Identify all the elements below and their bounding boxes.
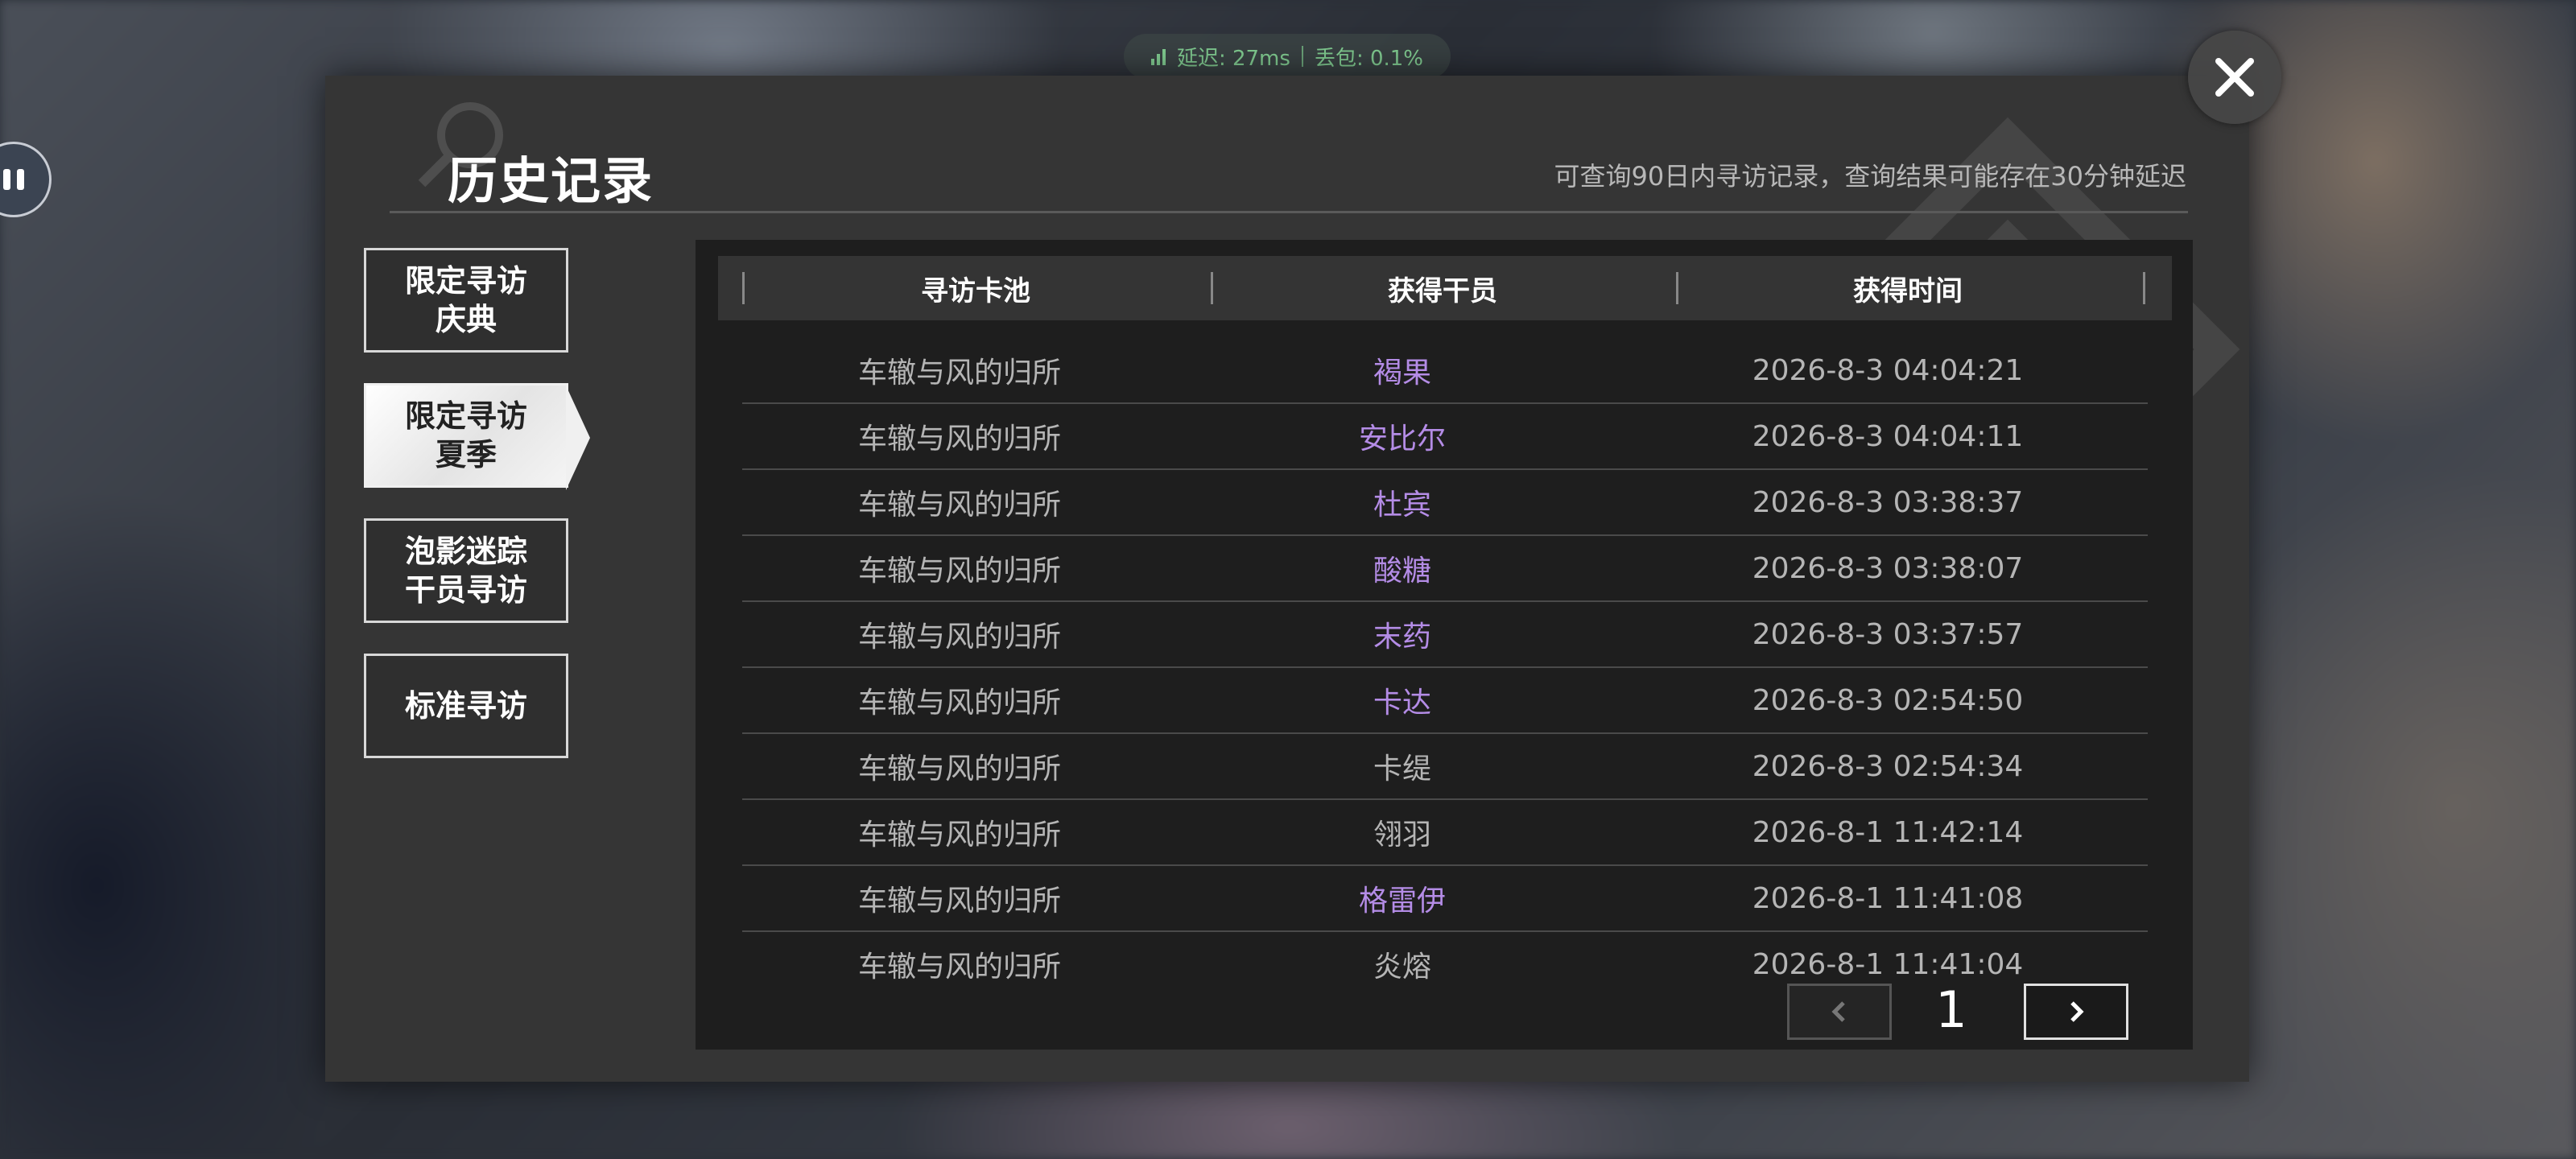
pause-icon-bar <box>17 169 24 190</box>
close-icon <box>2215 58 2254 97</box>
tab-label-line2: 庆典 <box>435 302 497 337</box>
table-row: 车辙与风的归所 安比尔 2026-8-3 04:04:11 <box>742 404 2148 470</box>
pool-cell: 车辙与风的归所 <box>857 951 1061 984</box>
tab-label: 标准寻访 <box>405 687 527 725</box>
tab-label: 泡影迷踪 干员寻访 <box>405 532 527 609</box>
time-cell: 2026-8-3 04:04:11 <box>1752 419 2024 453</box>
pool-cell: 车辙与风的归所 <box>857 819 1061 852</box>
table-row: 车辙与风的归所 格雷伊 2026-8-1 11:41:08 <box>742 866 2148 932</box>
tab-label-line2: 干员寻访 <box>404 572 527 608</box>
operator-cell: 末药 <box>1373 621 1431 654</box>
table-row: 车辙与风的归所 翎羽 2026-8-1 11:42:14 <box>742 800 2148 866</box>
header-pool: 寻访卡池 <box>921 274 1030 307</box>
operator-cell: 酸糖 <box>1373 555 1431 588</box>
table-row: 车辙与风的归所 杜宾 2026-8-3 03:38:37 <box>742 470 2148 536</box>
table-header: 寻访卡池 获得干员 获得时间 <box>718 256 2172 320</box>
operator-cell: 褐果 <box>1373 357 1431 390</box>
pool-cell: 车辙与风的归所 <box>857 687 1061 720</box>
tab-label-line1: 标准寻访 <box>404 688 527 724</box>
time-cell: 2026-8-1 11:42:14 <box>1752 815 2024 849</box>
network-status: 延迟: 27ms 丢包: 0.1% <box>1124 34 1451 79</box>
operator-cell: 卡达 <box>1373 687 1431 720</box>
time-cell: 2026-8-3 02:54:50 <box>1752 683 2024 717</box>
history-panel: 历史记录 可查询90日内寻访记录，查询结果可能存在30分钟延迟 限定寻访 庆典 限定… <box>325 76 2249 1082</box>
time-cell: 2026-8-3 03:38:37 <box>1752 485 2024 519</box>
tab-label: 限定寻访 庆典 <box>405 262 527 339</box>
pause-icon <box>3 169 10 190</box>
tab-label-line1: 限定寻访 <box>404 263 527 299</box>
query-note: 可查询90日内寻访记录，查询结果可能存在30分钟延迟 <box>1554 161 2186 192</box>
time-cell: 2026-8-1 11:41:08 <box>1752 881 2024 915</box>
table-row: 车辙与风的归所 卡缇 2026-8-3 02:54:34 <box>742 734 2148 800</box>
divider <box>1301 46 1303 67</box>
latency-text: 延迟: 27ms <box>1176 46 1290 71</box>
pool-cell: 车辙与风的归所 <box>857 753 1061 786</box>
chevron-left-icon <box>1831 1001 1845 1022</box>
signal-icon <box>1150 47 1166 65</box>
table-row: 车辙与风的归所 酸糖 2026-8-3 03:38:07 <box>742 536 2148 602</box>
prev-page-button[interactable] <box>1787 984 1892 1040</box>
record-list[interactable]: 车辙与风的归所 褐果 2026-8-3 04:04:21 车辙与风的归所 安比尔 2026… <box>742 338 2148 996</box>
tab-4[interactable]: 标准寻访 <box>364 654 568 758</box>
next-page-button[interactable] <box>2024 984 2128 1040</box>
close-button[interactable] <box>2188 31 2281 124</box>
pool-cell: 车辙与风的归所 <box>857 357 1061 390</box>
pool-cell: 车辙与风的归所 <box>857 885 1061 918</box>
header-operator: 获得干员 <box>1388 274 1497 307</box>
operator-cell: 炎熔 <box>1373 951 1431 984</box>
tab-label-line1: 限定寻访 <box>404 398 527 434</box>
operator-cell: 翎羽 <box>1373 819 1431 852</box>
header-time: 获得时间 <box>1853 274 1963 307</box>
packet-loss-text: 丢包: 0.1% <box>1314 46 1424 71</box>
time-cell: 2026-8-3 04:04:21 <box>1752 353 2024 387</box>
title-divider <box>390 211 2188 213</box>
time-cell: 2026-8-3 03:37:57 <box>1752 617 2024 651</box>
tab-label: 限定寻访 夏季 <box>405 397 527 474</box>
operator-cell: 卡缇 <box>1373 753 1431 786</box>
pool-cell: 车辙与风的归所 <box>857 423 1061 456</box>
tab-label-line2: 夏季 <box>435 437 497 472</box>
record-table: 寻访卡池 获得干员 获得时间 车辙与风的归所 褐果 2026-8-3 04:04:2… <box>696 240 2193 1050</box>
pool-cell: 车辙与风的归所 <box>857 489 1061 522</box>
time-cell: 2026-8-3 02:54:34 <box>1752 749 2024 783</box>
tab-3[interactable]: 泡影迷踪 干员寻访 <box>364 518 568 623</box>
operator-cell: 格雷伊 <box>1358 885 1446 918</box>
header-divider <box>2143 272 2145 304</box>
pool-cell: 车辙与风的归所 <box>857 555 1061 588</box>
table-row: 车辙与风的归所 褐果 2026-8-3 04:04:21 <box>742 338 2148 404</box>
time-cell: 2026-8-3 03:38:07 <box>1752 551 2024 585</box>
tab-label-line1: 泡影迷踪 <box>404 534 527 569</box>
tab-1[interactable]: 限定寻访 庆典 <box>364 248 568 353</box>
table-row: 车辙与风的归所 末药 2026-8-3 03:37:57 <box>742 602 2148 668</box>
tab-2[interactable]: 限定寻访 夏季 <box>364 383 590 490</box>
pool-cell: 车辙与风的归所 <box>857 621 1061 654</box>
operator-cell: 杜宾 <box>1373 489 1431 522</box>
operator-cell: 安比尔 <box>1358 423 1446 456</box>
page-number: 1 <box>1935 980 1967 1039</box>
chevron-right-icon <box>2070 1001 2084 1022</box>
page-title: 历史记录 <box>448 151 654 210</box>
table-row: 车辙与风的归所 卡达 2026-8-3 02:54:50 <box>742 668 2148 734</box>
